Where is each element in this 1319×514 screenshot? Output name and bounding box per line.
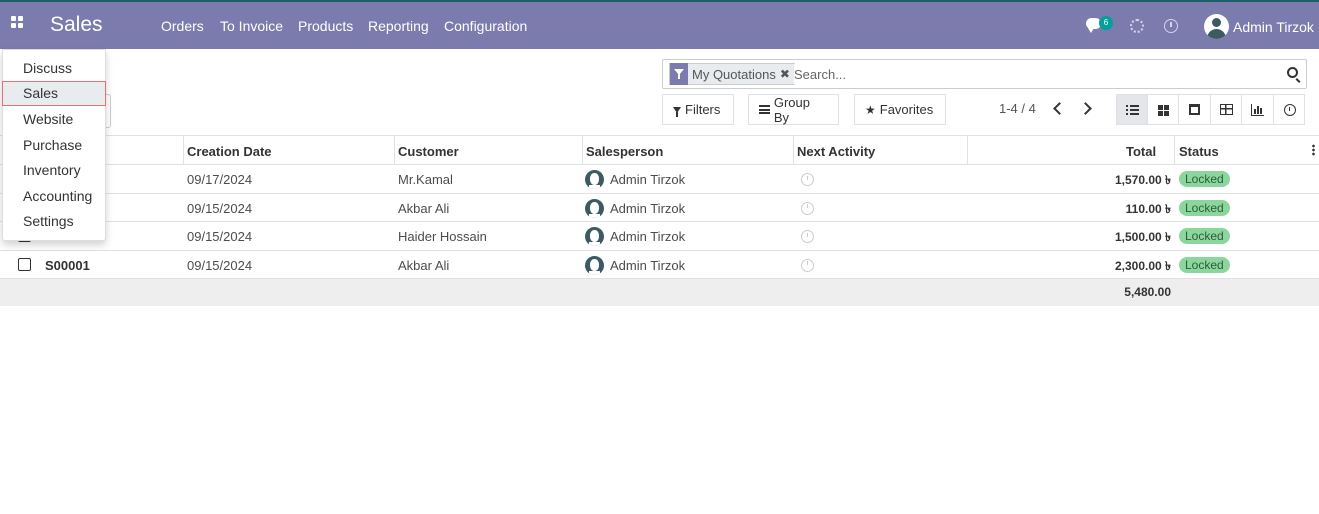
favorites-label: Favorites xyxy=(879,102,934,117)
nav-orders[interactable]: Orders xyxy=(161,18,204,34)
table-header: Creation Date Customer Salesperson Next … xyxy=(0,135,1319,165)
pager-previous-icon[interactable] xyxy=(1050,100,1066,118)
filters-button[interactable]: Filters xyxy=(662,94,734,125)
activity-view-icon[interactable] xyxy=(1273,94,1305,125)
table-row[interactable]: 09/15/2024 Haider Hossain Admin Tirzok 1… xyxy=(0,222,1319,251)
apps-dropdown-menu: Discuss Sales Website Purchase Inventory… xyxy=(2,49,106,241)
app-item-settings[interactable]: Settings xyxy=(3,209,105,234)
customer: Haider Hossain xyxy=(398,229,487,244)
app-item-accounting[interactable]: Accounting xyxy=(3,184,105,209)
status-badge: Locked xyxy=(1179,256,1230,273)
creation-date: 09/17/2024 xyxy=(187,172,253,187)
pager-value[interactable]: 1-4 / 4 xyxy=(999,101,1036,116)
row-checkbox[interactable] xyxy=(18,257,31,271)
table-row[interactable]: 09/17/2024 Mr.Kamal Admin Tirzok 1,570.0… xyxy=(0,165,1319,194)
salesperson-avatar xyxy=(585,255,604,275)
filters-label: Filters xyxy=(685,102,721,117)
status-badge: Locked xyxy=(1179,228,1230,244)
loading-spinner-icon xyxy=(1130,19,1144,33)
activity-clock-icon[interactable] xyxy=(1164,19,1178,33)
calendar-view-icon[interactable] xyxy=(1179,94,1211,125)
group-by-button[interactable]: Group By xyxy=(748,94,839,125)
activity-clock-icon[interactable] xyxy=(801,230,814,243)
apps-menu-icon[interactable] xyxy=(10,15,28,33)
search-icon[interactable] xyxy=(1287,67,1298,78)
col-salesperson[interactable]: Salesperson xyxy=(586,144,663,159)
activity-clock-icon[interactable] xyxy=(801,201,814,215)
table-row[interactable]: 09/15/2024 Akbar Ali Admin Tirzok 110.00… xyxy=(0,193,1319,222)
salesperson-avatar xyxy=(585,227,604,246)
pager-next-icon[interactable] xyxy=(1079,100,1095,118)
order-number: S00001 xyxy=(45,257,90,273)
app-item-purchase[interactable]: Purchase xyxy=(3,133,105,158)
salesperson-avatar xyxy=(585,170,604,189)
salesperson: Admin Tirzok xyxy=(610,200,686,216)
nav-products[interactable]: Products xyxy=(298,18,353,34)
activity-clock-icon[interactable] xyxy=(801,258,814,272)
col-status[interactable]: Status xyxy=(1179,144,1219,159)
graph-view-icon[interactable] xyxy=(1242,94,1274,125)
app-item-inventory[interactable]: Inventory xyxy=(3,158,105,183)
salesperson: Admin Tirzok xyxy=(610,229,686,244)
footer-total: 5,480.00 xyxy=(1124,285,1171,299)
nav-to-invoice[interactable]: To Invoice xyxy=(220,18,283,34)
bars-icon xyxy=(759,105,770,114)
facet-remove-icon[interactable]: ✖ xyxy=(780,67,794,81)
status-badge: Locked xyxy=(1179,171,1230,187)
activity-clock-icon[interactable] xyxy=(801,173,814,186)
nav-configuration[interactable]: Configuration xyxy=(444,18,527,34)
list-view-icon[interactable] xyxy=(1116,94,1148,125)
kanban-view-icon[interactable] xyxy=(1147,94,1179,125)
col-customer[interactable]: Customer xyxy=(398,144,459,159)
salesperson-avatar xyxy=(585,198,604,218)
customer: Mr.Kamal xyxy=(398,172,453,187)
salesperson: Admin Tirzok xyxy=(610,257,686,273)
search-facet: My Quotations ✖ xyxy=(669,63,795,85)
creation-date: 09/15/2024 xyxy=(187,257,253,273)
app-item-website[interactable]: Website xyxy=(3,107,105,132)
creation-date: 09/15/2024 xyxy=(187,200,253,216)
filter-facet-icon xyxy=(670,63,688,85)
quotations-table: Creation Date Customer Salesperson Next … xyxy=(0,135,1319,306)
search-bar: My Quotations ✖ xyxy=(662,59,1307,89)
table-footer: 5,480.00 xyxy=(0,279,1319,306)
col-creation-date[interactable]: Creation Date xyxy=(187,144,272,159)
search-facet-label: My Quotations xyxy=(692,66,776,82)
messages-count-badge: 6 xyxy=(1099,16,1113,30)
total: 1,500.00 ৳ xyxy=(1114,230,1171,244)
favorites-button[interactable]: ★ Favorites xyxy=(854,94,946,125)
customer: Akbar Ali xyxy=(398,200,450,216)
top-navbar: Sales Orders To Invoice Products Reporti… xyxy=(0,0,1319,49)
view-switcher xyxy=(1116,94,1305,125)
customer: Akbar Ali xyxy=(398,257,450,273)
app-item-discuss[interactable]: Discuss xyxy=(3,56,105,81)
app-item-sales[interactable]: Sales xyxy=(2,81,106,106)
table-row[interactable]: S00001 09/15/2024 Akbar Ali Admin Tirzok… xyxy=(0,250,1319,279)
user-menu-name[interactable]: Admin Tirzok xyxy=(1233,19,1314,35)
nav-reporting[interactable]: Reporting xyxy=(368,18,429,34)
total: 2,300.00 ৳ xyxy=(1114,258,1171,273)
status-badge: Locked xyxy=(1179,199,1230,216)
pivot-view-icon[interactable] xyxy=(1210,94,1242,125)
col-next-activity[interactable]: Next Activity xyxy=(797,144,875,159)
salesperson: Admin Tirzok xyxy=(610,172,686,187)
total: 110.00 ৳ xyxy=(1125,201,1171,216)
app-brand[interactable]: Sales xyxy=(50,13,103,37)
star-icon: ★ xyxy=(865,102,876,117)
search-input[interactable] xyxy=(794,64,1274,84)
group-by-label: Group By xyxy=(773,94,810,125)
filter-icon xyxy=(673,106,681,117)
col-total[interactable]: Total xyxy=(1126,144,1156,159)
total: 1,570.00 ৳ xyxy=(1114,173,1171,187)
creation-date: 09/15/2024 xyxy=(187,229,253,244)
user-avatar[interactable] xyxy=(1204,14,1229,39)
optional-columns-icon[interactable] xyxy=(1312,144,1315,156)
